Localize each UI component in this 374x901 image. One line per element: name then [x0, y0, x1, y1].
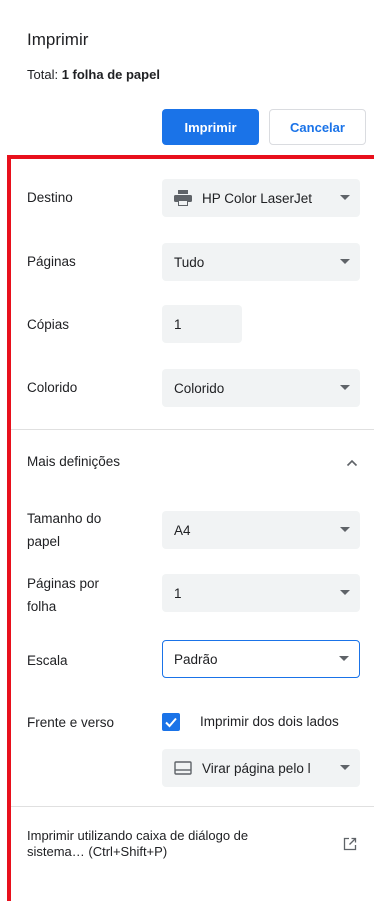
- copies-label: Cópias: [27, 317, 70, 332]
- divider: [11, 429, 374, 430]
- system-dialog-link[interactable]: Imprimir utilizando caixa de diálogo de …: [27, 828, 327, 860]
- paper-size-label-line2: papel: [27, 534, 61, 549]
- paper-size-label-line1: Tamanho do: [27, 511, 102, 526]
- chevron-down-icon: [340, 590, 350, 595]
- more-settings-toggle[interactable]: Mais definições: [11, 432, 374, 492]
- pages-per-sheet-value: 1: [174, 585, 182, 601]
- duplex-label: Frente e verso: [27, 715, 115, 730]
- scale-select[interactable]: Padrão: [162, 640, 360, 678]
- pages-per-sheet-label-line2: folha: [27, 599, 57, 614]
- sheet-total: Total: 1 folha de papel: [27, 67, 160, 82]
- scale-value: Padrão: [174, 651, 218, 667]
- total-value: 1 folha de papel: [61, 67, 160, 82]
- chevron-down-icon: [340, 385, 350, 390]
- color-select[interactable]: Colorido: [162, 369, 360, 407]
- cancel-button[interactable]: Cancelar: [269, 109, 366, 145]
- flip-page-icon: [174, 761, 192, 775]
- divider: [11, 806, 374, 807]
- paper-size-label: Tamanho do papel: [27, 508, 101, 552]
- chevron-down-icon: [340, 765, 350, 770]
- pages-per-sheet-label-line1: Páginas por: [27, 576, 100, 591]
- chevron-down-icon: [340, 527, 350, 532]
- duplex-flip-select[interactable]: Virar página pelo l: [162, 749, 360, 787]
- duplex-flip-value: Virar página pelo l: [202, 760, 311, 776]
- destination-select[interactable]: HP Color LaserJet: [162, 179, 360, 217]
- chevron-up-icon: [346, 454, 358, 472]
- color-value: Colorido: [174, 380, 225, 396]
- pages-value: Tudo: [174, 254, 205, 270]
- scale-label: Escala: [27, 653, 68, 668]
- copies-value: 1: [174, 316, 182, 332]
- copies-input[interactable]: 1: [162, 305, 242, 343]
- pages-select[interactable]: Tudo: [162, 243, 360, 281]
- pages-label: Páginas: [27, 254, 76, 269]
- print-button[interactable]: Imprimir: [162, 109, 259, 145]
- chevron-down-icon: [339, 656, 349, 661]
- chevron-down-icon: [340, 259, 350, 264]
- paper-size-select[interactable]: A4: [162, 511, 360, 549]
- more-settings-label: Mais definições: [27, 454, 121, 469]
- page-title: Imprimir: [27, 30, 89, 49]
- open-external-icon[interactable]: [343, 837, 357, 856]
- destination-value: HP Color LaserJet: [202, 190, 313, 206]
- chevron-down-icon: [340, 195, 350, 200]
- duplex-checkbox[interactable]: [162, 713, 180, 731]
- pages-per-sheet-select[interactable]: 1: [162, 574, 360, 612]
- pages-per-sheet-label: Páginas por folha: [27, 573, 99, 617]
- destination-label: Destino: [27, 190, 73, 205]
- system-dialog-line2: sistema… (Ctrl+Shift+P): [27, 844, 168, 859]
- checkmark-icon: [165, 717, 177, 728]
- system-dialog-line1: Imprimir utilizando caixa de diálogo de: [27, 828, 249, 843]
- total-prefix: Total:: [27, 67, 62, 82]
- duplex-checkbox-label[interactable]: Imprimir dos dois lados: [200, 714, 339, 729]
- color-label: Colorido: [27, 380, 78, 395]
- paper-size-value: A4: [174, 522, 191, 538]
- printer-icon: [174, 190, 192, 206]
